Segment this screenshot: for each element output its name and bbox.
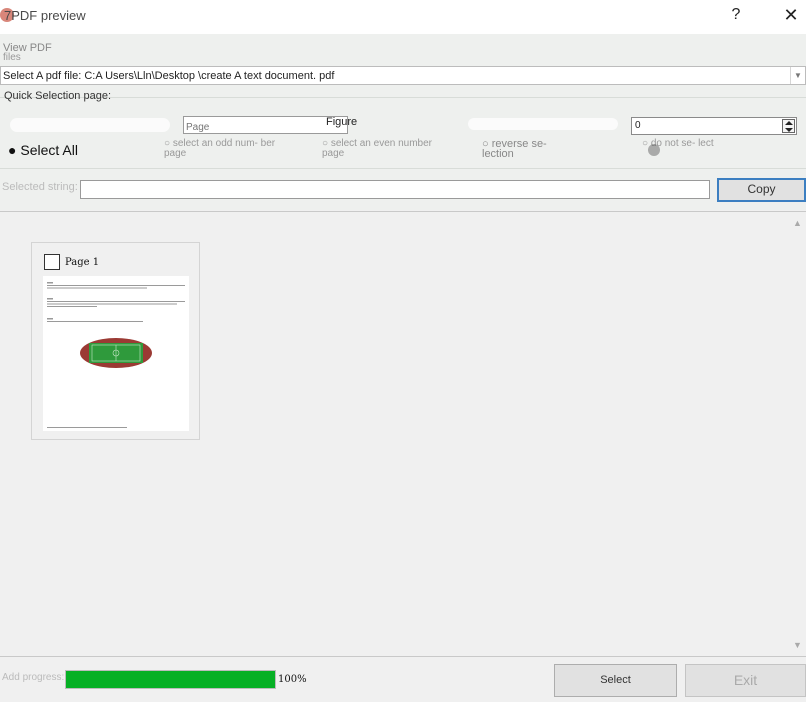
vertical-scrollbar[interactable]: ▲ ▼ [789, 212, 806, 656]
scroll-up-icon[interactable]: ▲ [793, 218, 802, 228]
even-pages-radio[interactable]: ○ select an even number page [322, 139, 432, 159]
cursor-smudge [648, 144, 660, 156]
progress-fill [66, 671, 275, 688]
page-range-field[interactable] [184, 119, 347, 136]
progress-label: Add progress: [2, 672, 65, 683]
file-select[interactable]: Select A pdf file: C:A Users\Lln\Desktop… [0, 66, 806, 85]
close-icon: ✕ [783, 5, 799, 25]
divider [0, 97, 806, 98]
page-label: Page 1 [65, 257, 100, 268]
even-pages-label: select an even number page [322, 138, 432, 159]
help-button[interactable]: ? [726, 6, 746, 26]
spinner-buttons[interactable] [782, 119, 795, 133]
file-select-value: Select A pdf file: C:A Users\Lln\Desktop… [3, 70, 335, 82]
number-spinner[interactable]: 0 [631, 117, 797, 135]
reverse-selection-radio[interactable]: ○ reverse se- lection [482, 138, 572, 160]
odd-pages-radio[interactable]: ○ select an odd num- ber page [164, 139, 284, 159]
odd-pages-label: select an odd num- ber page [164, 138, 276, 159]
page-thumbnail[interactable] [43, 276, 189, 431]
reverse-selection-label: reverse se- lection [482, 138, 547, 160]
spin-down-icon[interactable] [785, 128, 793, 132]
progress-bar [65, 670, 276, 689]
window-title: 7PDF preview [4, 8, 86, 23]
blurred-label [10, 118, 170, 132]
copy-button[interactable]: Copy [717, 178, 806, 202]
select-all-radio[interactable]: ● Select All [8, 142, 78, 158]
chevron-down-icon[interactable]: ▼ [790, 67, 805, 84]
select-all-label: Select All [20, 142, 78, 158]
no-selection-label: do not se- lect [650, 138, 714, 149]
spin-up-icon[interactable] [785, 121, 793, 125]
divider [0, 168, 806, 169]
page-range-input[interactable] [183, 116, 348, 136]
title-bar [0, 0, 806, 34]
close-button[interactable]: ✕ [778, 5, 804, 27]
selected-string-input[interactable] [80, 180, 710, 199]
scroll-down-icon[interactable]: ▼ [793, 640, 802, 650]
select-button[interactable]: Select [554, 664, 677, 697]
blurred-label [468, 118, 618, 130]
number-spinner-value: 0 [635, 120, 641, 131]
page-thumbnail-image [47, 282, 185, 428]
page-card[interactable]: Page 1 [31, 242, 200, 440]
quick-selection-label: Quick Selection page: [4, 90, 112, 102]
figure-label: Figure [326, 116, 358, 128]
selected-string-label: Selected string: [2, 181, 78, 193]
page-checkbox[interactable] [44, 254, 60, 270]
exit-button[interactable]: Exit [685, 664, 806, 697]
progress-percent: 100% [278, 674, 307, 685]
files-label: files [3, 52, 21, 63]
